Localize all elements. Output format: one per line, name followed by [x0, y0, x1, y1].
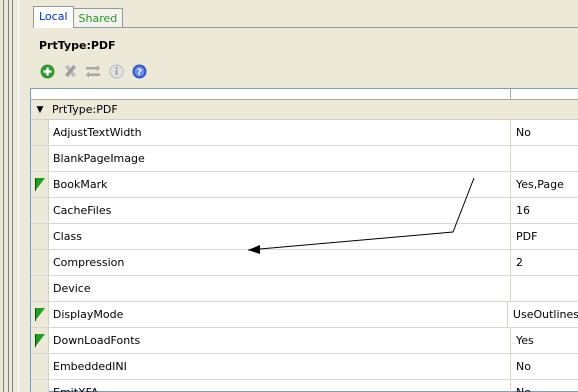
table-row[interactable]: BookMark Yes,Page [31, 172, 578, 198]
property-name: DownLoadFonts [49, 328, 511, 353]
table-row[interactable]: Class PDF [31, 224, 578, 250]
property-value[interactable]: 2 [511, 250, 578, 275]
green-flag-icon [35, 308, 45, 321]
property-value[interactable] [511, 146, 578, 171]
property-name: Compression [49, 250, 511, 275]
property-name: AdjustTextWidth [49, 120, 511, 145]
row-marker [31, 354, 49, 379]
property-name: Device [49, 276, 511, 301]
group-label: PrtType:PDF [52, 103, 118, 116]
property-value[interactable]: UseOutlines [508, 302, 578, 327]
property-name: BlankPageImage [49, 146, 511, 171]
table-row[interactable]: CacheFiles 16 [31, 198, 578, 224]
toolbar: ? [39, 62, 147, 80]
row-marker [31, 120, 49, 145]
property-name: EmitXFA [49, 380, 511, 392]
property-rows: AdjustTextWidth No BlankPageImage BookMark Y… [31, 120, 578, 392]
group-row[interactable]: ▼ PrtType:PDF [31, 100, 578, 120]
table-row[interactable]: EmitXFANo [31, 380, 578, 392]
property-value[interactable]: No [511, 380, 578, 392]
property-value[interactable]: Yes [511, 328, 578, 353]
property-value[interactable]: Yes,Page [511, 172, 578, 197]
tab-shared[interactable]: Shared [72, 8, 124, 28]
property-value[interactable]: 16 [511, 198, 578, 223]
property-value[interactable] [511, 276, 578, 301]
row-marker [31, 302, 49, 327]
tab-local[interactable]: Local [33, 6, 74, 28]
row-marker [31, 276, 49, 301]
property-name: Class [49, 224, 511, 249]
frame-divider [8, 0, 9, 392]
property-name: BookMark [49, 172, 511, 197]
grid-header [31, 89, 578, 100]
property-name: DisplayMode [49, 302, 508, 327]
green-flag-icon [35, 334, 45, 347]
table-row[interactable]: DownLoadFonts Yes [31, 328, 578, 354]
row-marker [31, 146, 49, 171]
property-value[interactable]: PDF [511, 224, 578, 249]
object-title: PrtType:PDF [39, 39, 116, 52]
properties-panel: Local Shared PrtType:PDF ? ▼ PrtType:PDF… [18, 0, 578, 392]
tab-strip: Local Shared [33, 6, 124, 28]
row-marker [31, 224, 49, 249]
table-row[interactable]: DisplayMode UseOutlines [31, 302, 578, 328]
frame-divider [3, 0, 4, 392]
help-icon[interactable]: ? [131, 63, 147, 79]
table-row[interactable]: AdjustTextWidth No [31, 120, 578, 146]
property-value[interactable]: No [511, 354, 578, 379]
collapse-triangle-icon[interactable]: ▼ [34, 105, 46, 115]
property-name: CacheFiles [49, 198, 511, 223]
property-value[interactable]: No [511, 120, 578, 145]
table-row[interactable]: Device [31, 276, 578, 302]
frame-divider [12, 0, 13, 392]
property-name: EmbeddedINI [49, 354, 511, 379]
row-marker [31, 250, 49, 275]
add-icon[interactable] [39, 63, 55, 79]
row-marker [31, 172, 49, 197]
table-row[interactable]: Compression 2 [31, 250, 578, 276]
svg-text:?: ? [136, 68, 141, 78]
property-grid: ▼ PrtType:PDF AdjustTextWidth No BlankPage… [30, 88, 578, 392]
row-marker [31, 380, 49, 392]
window-frame-left [0, 0, 18, 392]
info-icon[interactable] [108, 63, 124, 79]
tab-strip-border [33, 27, 578, 28]
delete-icon[interactable] [62, 63, 78, 79]
row-marker [31, 198, 49, 223]
green-flag-icon [35, 178, 45, 191]
move-icon[interactable] [85, 63, 101, 79]
table-row[interactable]: BlankPageImage [31, 146, 578, 172]
row-marker [31, 328, 49, 353]
table-row[interactable]: EmbeddedINI No [31, 354, 578, 380]
